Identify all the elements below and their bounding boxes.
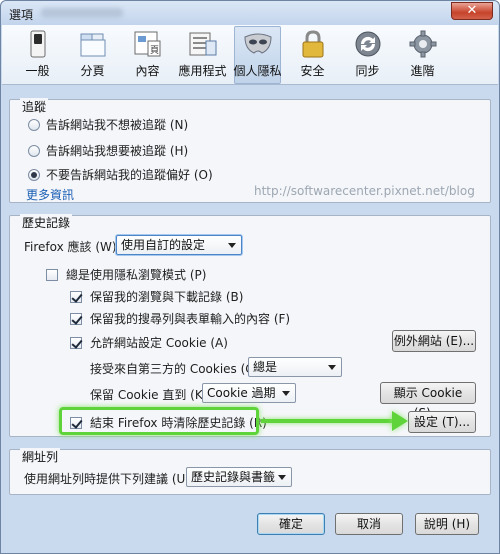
- dnt-option-no-preference[interactable]: 不要告訴網站我的追蹤偏好 (O): [28, 166, 213, 183]
- annotation-arrow-line: [261, 419, 396, 423]
- switch-icon: [30, 30, 45, 58]
- suggest-select[interactable]: 歷史記錄與書籤: [186, 467, 292, 487]
- ok-button[interactable]: 確定: [257, 513, 325, 535]
- show-cookies-button[interactable]: 顯示 Cookie (S)...: [380, 382, 476, 420]
- annotation-highlight-box: [59, 407, 259, 435]
- cancel-button[interactable]: 取消: [335, 513, 403, 535]
- tab-general[interactable]: 一般: [14, 26, 61, 84]
- chevron-down-icon: [228, 243, 236, 248]
- title-bar[interactable]: 選項 ✕: [1, 1, 499, 25]
- page-icon: 頁: [134, 31, 160, 57]
- history-legend: 歷史記錄: [20, 214, 73, 231]
- tab-applications[interactable]: 應用程式: [179, 26, 227, 84]
- applications-icon: [189, 32, 216, 56]
- location-bar-group: 網址列 使用網址列時提供下列建議 (U): 歷史記錄與書籤: [9, 448, 491, 495]
- chevron-down-icon: [278, 475, 286, 480]
- keep-until-label: 保留 Cookie 直到 (K):: [90, 388, 212, 402]
- radio-no-track[interactable]: [28, 118, 40, 131]
- watermark-text: http://softwarecenter.pixnet.net/blog: [254, 184, 475, 198]
- history-mode-select[interactable]: 使用自訂的設定: [116, 235, 242, 255]
- tab-sync[interactable]: 同步: [344, 26, 391, 84]
- dnt-option-no-track[interactable]: 告訴網站我不想被追蹤 (N): [28, 116, 188, 133]
- radio-track[interactable]: [28, 144, 40, 157]
- dnt-option-track[interactable]: 告訴網站我想要被追蹤 (H): [28, 142, 188, 159]
- tabs-icon: [80, 33, 105, 57]
- window-title: 選項: [9, 8, 34, 22]
- tab-content[interactable]: 頁 內容: [124, 26, 171, 84]
- tab-privacy[interactable]: 個人隱私: [234, 26, 282, 84]
- close-button[interactable]: ✕: [451, 2, 493, 20]
- accept-cookies-option[interactable]: 允許網站設定 Cookie (A): [70, 334, 228, 351]
- settings-button[interactable]: 設定 (T)...: [408, 411, 476, 433]
- accept-cookies-checkbox[interactable]: [70, 336, 82, 349]
- more-info-link[interactable]: 更多資訊: [26, 186, 74, 203]
- location-bar-legend: 網址列: [20, 448, 61, 465]
- mask-icon: [243, 33, 272, 54]
- suggest-label: 使用網址列時提供下列建議 (U):: [24, 472, 195, 486]
- annotation-arrow-icon: [392, 411, 408, 431]
- options-window: 選項 ✕ 一般 分頁 頁 內容 應用程式 個人隱私 安全 同步 進階 追蹤 告訴…: [0, 0, 500, 554]
- blurred-title-text: [41, 8, 123, 18]
- tracking-legend: 追蹤: [20, 98, 49, 115]
- private-mode-option[interactable]: 總是使用隱私瀏覽模式 (P): [46, 266, 206, 283]
- svg-text:頁: 頁: [150, 45, 159, 56]
- exceptions-button[interactable]: 例外網站 (E)...: [392, 330, 476, 352]
- chevron-down-icon: [328, 365, 336, 370]
- third-party-select[interactable]: 總是: [248, 357, 342, 377]
- chevron-down-icon: [282, 391, 290, 396]
- tab-advanced[interactable]: 進階: [399, 26, 446, 84]
- padlock-icon: [302, 30, 323, 58]
- gear-icon: [409, 30, 436, 58]
- tab-security[interactable]: 安全: [289, 26, 336, 84]
- remember-search-checkbox[interactable]: [70, 312, 82, 325]
- tab-tabs[interactable]: 分頁: [69, 26, 116, 84]
- history-group: 歷史記錄 Firefox 應該 (W): 使用自訂的設定 總是使用隱私瀏覽模式 …: [9, 214, 491, 437]
- sync-icon: [355, 31, 380, 57]
- remember-search-option[interactable]: 保留我的搜尋列與表單輸入的內容 (F): [70, 310, 290, 327]
- radio-no-preference[interactable]: [28, 168, 40, 181]
- close-icon: ✕: [466, 3, 478, 18]
- keep-until-select[interactable]: Cookie 過期: [202, 383, 296, 403]
- help-button[interactable]: 說明 (H): [415, 513, 479, 535]
- remember-browsing-option[interactable]: 保留我的瀏覽與下載記錄 (B): [70, 288, 243, 305]
- remember-browsing-checkbox[interactable]: [70, 290, 82, 303]
- private-mode-checkbox[interactable]: [46, 268, 58, 281]
- firefox-will-label: Firefox 應該 (W):: [24, 240, 121, 254]
- preferences-toolbar: 一般 分頁 頁 內容 應用程式 個人隱私 安全 同步 進階: [2, 25, 498, 85]
- third-party-label: 接受來自第三方的 Cookies (C):: [90, 362, 263, 376]
